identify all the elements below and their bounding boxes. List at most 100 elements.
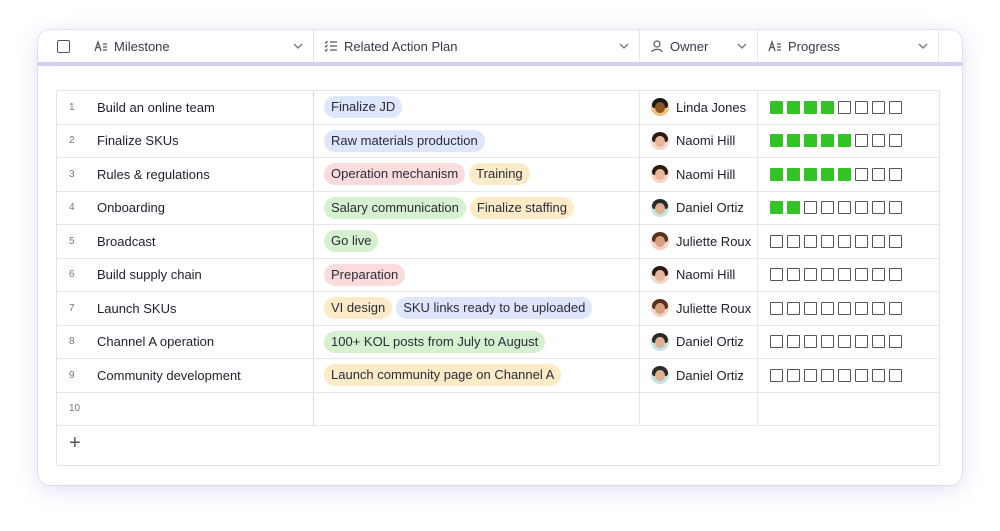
progress-cell[interactable] bbox=[758, 158, 939, 191]
progress-box-filled[interactable] bbox=[787, 201, 800, 215]
table-row[interactable]: 10 bbox=[57, 392, 939, 426]
owner-cell[interactable]: Daniel Ortiz bbox=[640, 359, 758, 392]
progress-cell[interactable] bbox=[758, 326, 939, 359]
select-all-checkbox[interactable] bbox=[56, 39, 70, 53]
owner-cell[interactable]: Daniel Ortiz bbox=[640, 191, 758, 224]
progress-box-empty[interactable] bbox=[855, 335, 868, 349]
progress-box-empty[interactable] bbox=[804, 234, 817, 248]
action-plan-tag[interactable]: Finalize JD bbox=[324, 96, 403, 119]
progress-box-empty[interactable] bbox=[804, 335, 817, 349]
progress-box-empty[interactable] bbox=[872, 201, 885, 215]
progress-cell[interactable] bbox=[758, 192, 939, 225]
progress-cell[interactable] bbox=[758, 91, 939, 124]
progress-box-filled[interactable] bbox=[838, 167, 851, 181]
progress-box-empty[interactable] bbox=[838, 100, 851, 114]
progress-cell[interactable] bbox=[758, 259, 939, 292]
progress-box-empty[interactable] bbox=[787, 368, 800, 382]
progress-box-empty[interactable] bbox=[787, 234, 800, 248]
progress-box-empty[interactable] bbox=[872, 167, 885, 181]
progress-cell[interactable] bbox=[758, 292, 939, 325]
chevron-down-icon[interactable] bbox=[918, 40, 928, 52]
column-header-plan[interactable]: Related Action Plan bbox=[314, 30, 640, 62]
progress-box-empty[interactable] bbox=[838, 301, 851, 315]
action-plan-cell[interactable]: Preparation bbox=[314, 258, 640, 291]
table-row[interactable]: 6 Build supply chain Preparation Naomi Hill bbox=[57, 258, 939, 292]
progress-box-filled[interactable] bbox=[821, 100, 834, 114]
owner-cell[interactable]: Naomi Hill bbox=[640, 258, 758, 291]
column-header-progress[interactable]: Progress bbox=[758, 30, 939, 62]
progress-box-empty[interactable] bbox=[804, 268, 817, 282]
progress-box-empty[interactable] bbox=[889, 234, 902, 248]
action-plan-tag[interactable]: Raw materials production bbox=[324, 129, 485, 152]
progress-box-empty[interactable] bbox=[804, 368, 817, 382]
progress-box-empty[interactable] bbox=[838, 201, 851, 215]
progress-box-filled[interactable] bbox=[804, 167, 817, 181]
chevron-down-icon[interactable] bbox=[737, 40, 747, 52]
action-plan-tag[interactable]: Operation mechanism bbox=[324, 163, 466, 186]
progress-box-empty[interactable] bbox=[855, 201, 868, 215]
owner-cell[interactable]: Juliette Roux bbox=[640, 225, 758, 258]
action-plan-cell[interactable]: VI design SKU links ready to be uploaded bbox=[314, 292, 640, 325]
owner-cell[interactable]: Daniel Ortiz bbox=[640, 325, 758, 358]
progress-box-empty[interactable] bbox=[872, 335, 885, 349]
progress-box-empty[interactable] bbox=[889, 368, 902, 382]
progress-box-filled[interactable] bbox=[804, 134, 817, 148]
progress-box-empty[interactable] bbox=[821, 234, 834, 248]
progress-box-empty[interactable] bbox=[855, 368, 868, 382]
table-row[interactable]: 4 Onboarding Salary communication Finalize … bbox=[57, 191, 939, 225]
progress-box-empty[interactable] bbox=[889, 201, 902, 215]
owner-cell[interactable]: Naomi Hill bbox=[640, 124, 758, 157]
action-plan-tag[interactable]: Training bbox=[469, 163, 530, 186]
progress-cell[interactable] bbox=[758, 125, 939, 158]
progress-box-empty[interactable] bbox=[787, 335, 800, 349]
table-row[interactable]: 3 Rules & regulations Operation mechanism T… bbox=[57, 158, 939, 192]
progress-box-empty[interactable] bbox=[770, 335, 783, 349]
progress-cell[interactable] bbox=[758, 359, 939, 392]
progress-box-filled[interactable] bbox=[770, 100, 783, 114]
column-header-milestone[interactable]: Milestone bbox=[88, 30, 314, 62]
action-plan-cell[interactable] bbox=[314, 392, 640, 425]
progress-cell[interactable] bbox=[758, 225, 939, 258]
progress-box-empty[interactable] bbox=[804, 201, 817, 215]
milestone-cell[interactable]: Community development bbox=[97, 359, 314, 392]
column-header-owner[interactable]: Owner bbox=[640, 30, 758, 62]
milestone-cell[interactable]: Onboarding bbox=[97, 191, 314, 224]
progress-box-empty[interactable] bbox=[821, 268, 834, 282]
milestone-cell[interactable]: Broadcast bbox=[97, 225, 314, 258]
progress-box-empty[interactable] bbox=[889, 134, 902, 148]
action-plan-tag[interactable]: Launch community page on Channel A bbox=[324, 364, 562, 387]
progress-box-empty[interactable] bbox=[872, 368, 885, 382]
table-row[interactable]: 1 Build an online team Finalize JD Linda Jo… bbox=[57, 91, 939, 125]
progress-box-empty[interactable] bbox=[855, 134, 868, 148]
action-plan-tag[interactable]: Preparation bbox=[324, 263, 406, 286]
action-plan-tag[interactable]: VI design bbox=[324, 297, 393, 320]
action-plan-tag[interactable]: SKU links ready to be uploaded bbox=[396, 297, 593, 320]
progress-box-filled[interactable] bbox=[770, 201, 783, 215]
progress-box-empty[interactable] bbox=[889, 335, 902, 349]
progress-box-filled[interactable] bbox=[821, 134, 834, 148]
chevron-down-icon[interactable] bbox=[619, 40, 629, 52]
progress-box-filled[interactable] bbox=[770, 167, 783, 181]
action-plan-cell[interactable]: 100+ KOL posts from July to August bbox=[314, 325, 640, 358]
progress-box-filled[interactable] bbox=[787, 100, 800, 114]
owner-cell[interactable] bbox=[640, 392, 758, 425]
chevron-down-icon[interactable] bbox=[293, 40, 303, 52]
action-plan-cell[interactable]: Operation mechanism Training bbox=[314, 158, 640, 191]
progress-box-empty[interactable] bbox=[821, 368, 834, 382]
owner-cell[interactable]: Naomi Hill bbox=[640, 158, 758, 191]
progress-cell[interactable] bbox=[758, 393, 939, 426]
table-row[interactable]: 5 Broadcast Go live Juliette Roux bbox=[57, 225, 939, 259]
progress-box-empty[interactable] bbox=[770, 301, 783, 315]
action-plan-cell[interactable]: Raw materials production bbox=[314, 124, 640, 157]
progress-box-empty[interactable] bbox=[872, 100, 885, 114]
progress-box-empty[interactable] bbox=[804, 301, 817, 315]
progress-box-empty[interactable] bbox=[889, 167, 902, 181]
owner-cell[interactable]: Juliette Roux bbox=[640, 292, 758, 325]
progress-box-empty[interactable] bbox=[821, 335, 834, 349]
progress-box-empty[interactable] bbox=[770, 268, 783, 282]
progress-box-empty[interactable] bbox=[787, 301, 800, 315]
progress-box-empty[interactable] bbox=[770, 234, 783, 248]
milestone-cell[interactable] bbox=[97, 392, 314, 425]
action-plan-tag[interactable]: Salary communication bbox=[324, 196, 466, 219]
progress-box-empty[interactable] bbox=[838, 268, 851, 282]
